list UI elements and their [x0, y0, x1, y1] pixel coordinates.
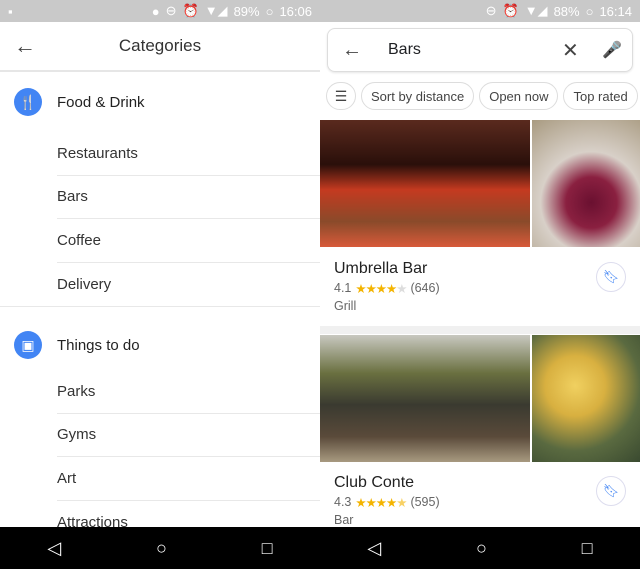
location-icon: ●	[151, 3, 160, 19]
place-category: Bar	[334, 513, 354, 527]
category-item[interactable]: Bars	[57, 176, 320, 219]
review-count: (595)	[410, 495, 440, 509]
recents-nav-icon[interactable]: □	[262, 538, 273, 559]
place-category: Grill	[334, 299, 357, 313]
result-card[interactable]: Umbrella Bar 4.1 ★★★★★ (646) Grill 🔖︎	[320, 248, 640, 326]
section-food-drink: 🍴 Food & Drink Restaurants Bars Coffee De…	[0, 72, 320, 306]
dnd-icon: ⊖	[165, 3, 177, 18]
rating-row: 4.1 ★★★★★ (646)	[334, 281, 626, 296]
photo[interactable]	[320, 120, 530, 247]
category-item[interactable]: Parks	[57, 370, 320, 414]
clear-icon[interactable]: ✕	[562, 38, 602, 63]
search-results-screen: ← Bars ✕ 🎤 ☰ Sort by distance Open now T…	[320, 22, 640, 527]
chip-open-now[interactable]: Open now	[479, 82, 559, 110]
recents-nav-icon[interactable]: □	[582, 538, 593, 559]
signal-icon: ▼◢	[204, 3, 228, 18]
navigation-bar: ◁ ○ □	[320, 527, 640, 569]
page-title: Categories	[118, 36, 202, 55]
clock: 16:14	[599, 3, 632, 19]
back-arrow-icon[interactable]: ←	[342, 39, 372, 62]
photo[interactable]	[320, 335, 530, 462]
chip-sort-by-distance[interactable]: Sort by distance	[361, 82, 475, 110]
microphone-icon[interactable]: 🎤	[602, 40, 632, 60]
photo[interactable]	[532, 120, 640, 247]
image-notification-icon: ▪	[8, 3, 13, 19]
bookmark-icon[interactable]: 🔖︎	[596, 262, 626, 292]
section-title: Things to do	[57, 336, 140, 354]
status-bar: ⊖ ⏰ ▼◢ 88% ○ 16:14	[320, 0, 640, 22]
filter-settings-icon[interactable]: ☰	[326, 82, 356, 110]
battery-text: 88%	[553, 3, 580, 19]
result-photos[interactable]	[320, 335, 640, 462]
battery-icon: ○	[265, 3, 274, 19]
category-item[interactable]: Art	[57, 457, 320, 501]
star-rating-icon: ★★★★★	[355, 282, 407, 296]
filter-chips: ☰ Sort by distance Open now Top rated	[326, 82, 638, 110]
section-header[interactable]: 🍴 Food & Drink	[0, 72, 320, 132]
battery-icon: ○	[585, 3, 594, 19]
divider	[0, 306, 320, 320]
result-photos[interactable]	[320, 120, 640, 247]
battery-text: 89%	[233, 3, 260, 19]
home-nav-icon[interactable]: ○	[156, 538, 167, 559]
chip-top-rated[interactable]: Top rated	[563, 82, 638, 110]
back-arrow-icon[interactable]: ←	[14, 33, 36, 59]
clock: 16:06	[279, 3, 312, 19]
place-name: Club Conte	[334, 474, 415, 491]
status-bar: ▪ ● ⊖ ⏰ ▼◢ 89% ○ 16:06	[0, 0, 320, 22]
home-nav-icon[interactable]: ○	[476, 538, 487, 559]
bookmark-icon[interactable]: 🔖︎	[596, 476, 626, 506]
search-input[interactable]: Bars	[388, 41, 562, 59]
star-rating-icon: ★★★★★	[355, 496, 407, 510]
photo[interactable]	[532, 335, 640, 462]
category-item[interactable]: Restaurants	[57, 132, 320, 176]
rating-value: 4.3	[334, 495, 352, 509]
navigation-bar: ◁ ○ □	[0, 527, 320, 569]
rating-row: 4.3 ★★★★★ (595)	[334, 495, 626, 510]
alarm-icon: ⏰	[182, 3, 199, 18]
place-name: Umbrella Bar	[334, 260, 428, 277]
section-title: Food & Drink	[57, 93, 145, 111]
rating-value: 4.1	[334, 281, 352, 295]
category-item[interactable]: Coffee	[57, 219, 320, 263]
review-count: (646)	[410, 281, 440, 295]
ticket-icon: ▣	[14, 331, 42, 359]
section-header[interactable]: ▣ Things to do	[0, 320, 320, 370]
dnd-icon: ⊖	[485, 3, 497, 18]
search-bar[interactable]: ← Bars ✕ 🎤	[327, 28, 633, 72]
section-things-to-do: ▣ Things to do Parks Gyms Art Attractions	[0, 320, 320, 527]
alarm-icon: ⏰	[502, 3, 519, 18]
fork-knife-icon: 🍴	[14, 88, 42, 116]
result-card[interactable]: Club Conte 4.3 ★★★★★ (595) Bar 🔖︎	[320, 462, 640, 527]
category-item[interactable]: Gyms	[57, 414, 320, 457]
back-nav-icon[interactable]: ◁	[367, 538, 381, 559]
back-nav-icon[interactable]: ◁	[47, 538, 61, 559]
categories-screen: ← Categories 🍴 Food & Drink Restaurants B…	[0, 22, 320, 527]
category-item[interactable]: Attractions	[57, 501, 320, 527]
signal-icon: ▼◢	[524, 3, 548, 18]
category-item[interactable]: Delivery	[57, 263, 320, 307]
divider	[320, 326, 640, 334]
header: ← Categories	[0, 22, 320, 72]
